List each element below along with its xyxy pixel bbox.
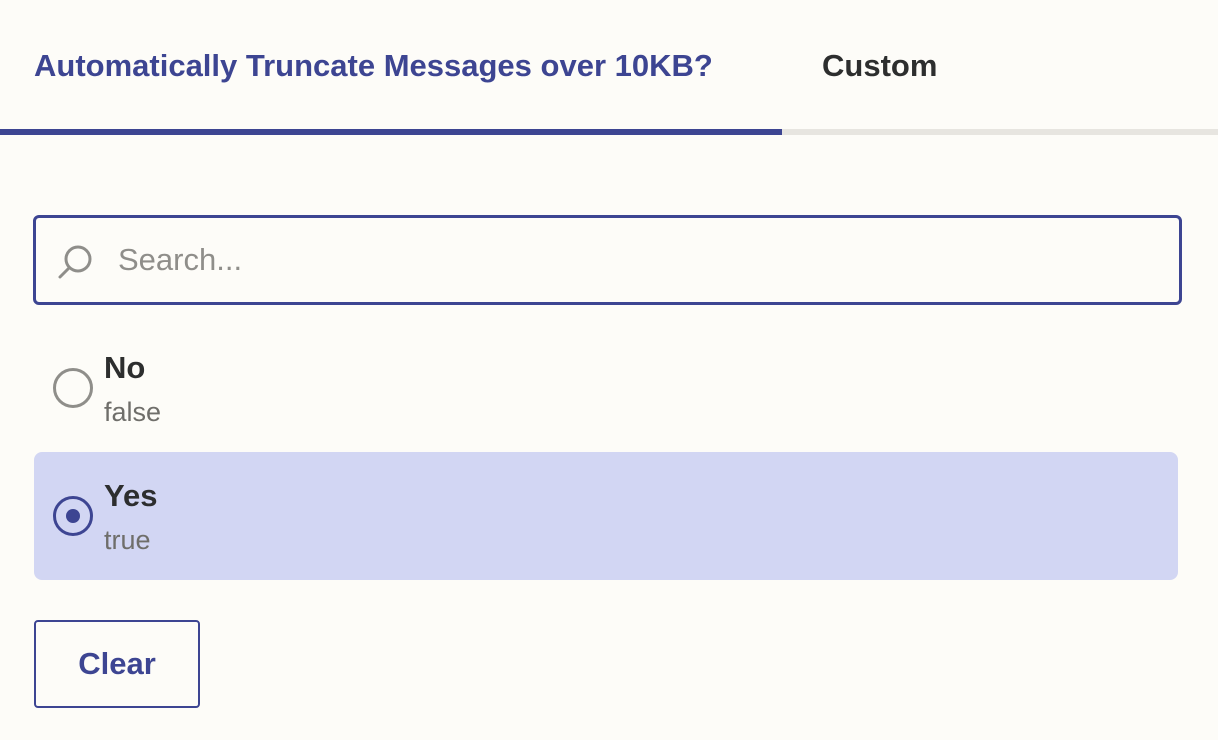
option-value: true: [104, 525, 151, 555]
option-label: Yes: [104, 478, 158, 513]
radio-dot: [66, 509, 80, 523]
option-yes[interactable]: Yes true: [34, 452, 1178, 580]
option-label: No: [104, 350, 146, 385]
field-options-panel: Automatically Truncate Messages over 10K…: [0, 0, 1218, 740]
radio-selected[interactable]: [53, 496, 93, 536]
active-tab-indicator: [0, 129, 782, 135]
clear-button[interactable]: Clear: [34, 620, 200, 708]
tab-custom[interactable]: Custom: [822, 44, 937, 88]
search-input[interactable]: [118, 234, 1158, 286]
tab-bar: Automatically Truncate Messages over 10K…: [0, 0, 1218, 136]
radio-unselected[interactable]: [53, 368, 93, 408]
option-value: false: [104, 397, 162, 427]
search-box[interactable]: [33, 215, 1182, 305]
tab-automatically-truncate[interactable]: Automatically Truncate Messages over 10K…: [34, 44, 713, 88]
option-no[interactable]: No false: [34, 324, 1178, 452]
search-icon: [58, 245, 92, 279]
